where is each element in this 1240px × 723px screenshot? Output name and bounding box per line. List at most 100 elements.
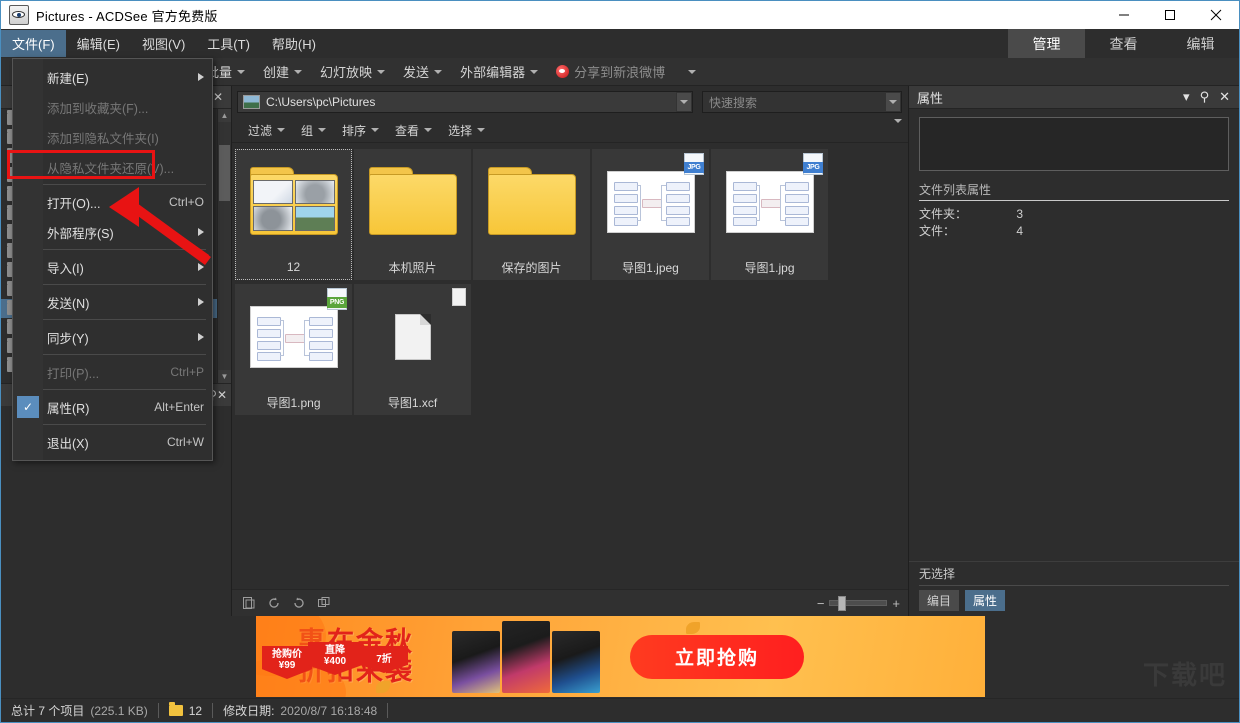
file-tile[interactable]: 导图1.xcf xyxy=(354,284,471,415)
menu-item-add-to-favorites[interactable]: 添加到收藏夹(F)... xyxy=(13,92,212,122)
menu-item-properties[interactable]: ✓ 属性(R) Alt+Enter xyxy=(13,392,212,422)
menu-item-sync[interactable]: 同步(Y) xyxy=(13,322,212,352)
properties-body: 文件列表属性 文件夹： 3 文件： 4 xyxy=(909,109,1239,561)
toolbar-share-weibo-label: 分享到新浪微博 xyxy=(574,62,665,81)
chevron-down-icon[interactable]: ▾ xyxy=(1178,89,1195,105)
menu-item-shortcut: Ctrl+W xyxy=(167,435,204,449)
status-selected: 12 xyxy=(159,703,212,719)
status-modified-label: 修改日期: xyxy=(223,702,274,719)
filter-label: 过滤 xyxy=(248,122,272,139)
file-tile[interactable]: 保存的图片 xyxy=(473,149,590,280)
path-input[interactable]: C:\Users\pc\Pictures xyxy=(237,91,693,113)
view-toolbar: − + xyxy=(232,589,908,616)
scroll-up-icon[interactable]: ▲ xyxy=(218,109,231,122)
menu-tools[interactable]: 工具(T) xyxy=(196,30,261,57)
watermark-label: 下载吧 xyxy=(1143,655,1227,692)
zoom-slider-handle[interactable] xyxy=(838,596,846,611)
tab-properties[interactable]: 属性 xyxy=(965,590,1005,611)
zoom-out-button[interactable]: − xyxy=(817,596,825,611)
file-tile[interactable]: 12 xyxy=(235,149,352,280)
file-tile[interactable]: PNG 导图1.png xyxy=(235,284,352,415)
badge-label: JPG xyxy=(803,162,823,173)
toolbar-slideshow[interactable]: 幻灯放映 xyxy=(311,59,394,84)
menubar: 文件(F) 编辑(E) 视图(V) 工具(T) 帮助(H) 管理 查看 编辑 xyxy=(1,29,1239,58)
chevron-down-icon xyxy=(371,128,379,132)
compare-icon[interactable] xyxy=(313,593,335,613)
close-icon[interactable]: ✕ xyxy=(217,388,227,402)
file-grid[interactable]: 12 本机照片 xyxy=(232,143,908,589)
maximize-button[interactable] xyxy=(1147,1,1193,29)
menu-item-add-to-private-folder[interactable]: 添加到隐私文件夹(I) xyxy=(13,122,212,152)
property-row: 文件： 4 xyxy=(919,223,1229,240)
file-tile[interactable]: JPG 导图1.jpeg xyxy=(592,149,709,280)
annotation-highlight-box xyxy=(7,150,155,179)
menu-item-new[interactable]: 新建(E) xyxy=(13,62,212,92)
file-tile[interactable]: 本机照片 xyxy=(354,149,471,280)
file-name: 12 xyxy=(235,254,352,280)
file-browser-pane: C:\Users\pc\Pictures 快速搜索 过滤 xyxy=(232,86,908,616)
menu-view[interactable]: 视图(V) xyxy=(131,30,196,57)
sort-button[interactable]: 排序 xyxy=(334,120,387,141)
menu-item-shortcut: Ctrl+P xyxy=(170,365,204,379)
png-badge-icon: PNG xyxy=(327,288,347,310)
toolbar-overflow[interactable] xyxy=(674,67,705,77)
group-button[interactable]: 组 xyxy=(293,120,334,141)
chevron-down-icon xyxy=(688,70,696,74)
tab-edit[interactable]: 编辑 xyxy=(1162,29,1239,58)
close-icon[interactable]: ✕ xyxy=(1214,89,1235,105)
toolbar-external-editor-label: 外部编辑器 xyxy=(460,62,525,81)
search-input[interactable]: 快速搜索 xyxy=(702,91,902,113)
thumbnail-view-icon[interactable] xyxy=(238,593,260,613)
rotate-right-icon[interactable] xyxy=(288,593,310,613)
chevron-down-icon xyxy=(377,70,385,74)
zoom-in-button[interactable]: + xyxy=(892,596,900,611)
pathbar: C:\Users\pc\Pictures 快速搜索 xyxy=(232,86,908,118)
toolbar-create[interactable]: 创建 xyxy=(254,59,311,84)
menu-item-send[interactable]: 发送(N) xyxy=(13,287,212,317)
menu-item-label: 导入(I) xyxy=(47,258,84,277)
file-name: 保存的图片 xyxy=(473,254,590,280)
status-modified-value: 2020/8/7 16:18:48 xyxy=(280,704,377,718)
menu-edit[interactable]: 编辑(E) xyxy=(66,30,131,57)
filter-button[interactable]: 过滤 xyxy=(240,120,293,141)
filterbar-overflow[interactable] xyxy=(894,123,902,137)
chevron-down-icon xyxy=(894,119,902,137)
ad-banner[interactable]: 惠在金秋 折扣来袭 抢购价 ¥99 直降 ¥400 7折 立即抢购 xyxy=(256,616,985,697)
zoom-slider[interactable] xyxy=(829,600,887,606)
select-button[interactable]: 选择 xyxy=(440,120,493,141)
tab-view[interactable]: 查看 xyxy=(1085,29,1162,58)
menu-item-exit[interactable]: 退出(X) Ctrl+W xyxy=(13,427,212,457)
sort-label: 排序 xyxy=(342,122,366,139)
path-dropdown-button[interactable] xyxy=(676,92,692,112)
ad-cta-button[interactable]: 立即抢购 xyxy=(630,635,804,679)
toolbar-send[interactable]: 发送 xyxy=(394,59,451,84)
menu-file[interactable]: 文件(F) xyxy=(1,30,66,57)
app-logo-icon xyxy=(9,5,29,25)
file-tile[interactable]: JPG 导图1.jpg xyxy=(711,149,828,280)
chevron-down-icon xyxy=(237,70,245,74)
chevron-down-icon xyxy=(294,70,302,74)
group-label: 组 xyxy=(301,122,313,139)
minimize-button[interactable] xyxy=(1101,1,1147,29)
property-value: 3 xyxy=(981,206,1023,223)
search-placeholder: 快速搜索 xyxy=(709,94,757,111)
scroll-down-icon[interactable]: ▼ xyxy=(218,370,231,383)
mindmap-thumbnail xyxy=(726,171,814,233)
close-button[interactable] xyxy=(1193,1,1239,29)
zoom-control[interactable]: − + xyxy=(817,596,900,611)
toolbar-share-weibo[interactable]: 分享到新浪微博 xyxy=(547,59,674,84)
search-dropdown-button[interactable] xyxy=(885,92,901,112)
rotate-left-icon[interactable] xyxy=(263,593,285,613)
folder-icon xyxy=(169,705,183,716)
chevron-down-icon xyxy=(434,70,442,74)
toolbar-external-editor[interactable]: 外部编辑器 xyxy=(451,59,547,84)
tab-manage[interactable]: 管理 xyxy=(1008,29,1085,58)
menu-item-label: 新建(E) xyxy=(47,68,89,87)
tab-catalog[interactable]: 编目 xyxy=(919,590,959,611)
menu-help[interactable]: 帮助(H) xyxy=(261,30,327,57)
menu-item-print[interactable]: 打印(P)... Ctrl+P xyxy=(13,357,212,387)
view-button[interactable]: 查看 xyxy=(387,120,440,141)
pin-icon[interactable]: ⚲ xyxy=(1195,89,1215,105)
menu-item-label: 打开(O)... xyxy=(47,193,100,212)
status-total-label: 总计 7 个项目 xyxy=(11,702,84,719)
